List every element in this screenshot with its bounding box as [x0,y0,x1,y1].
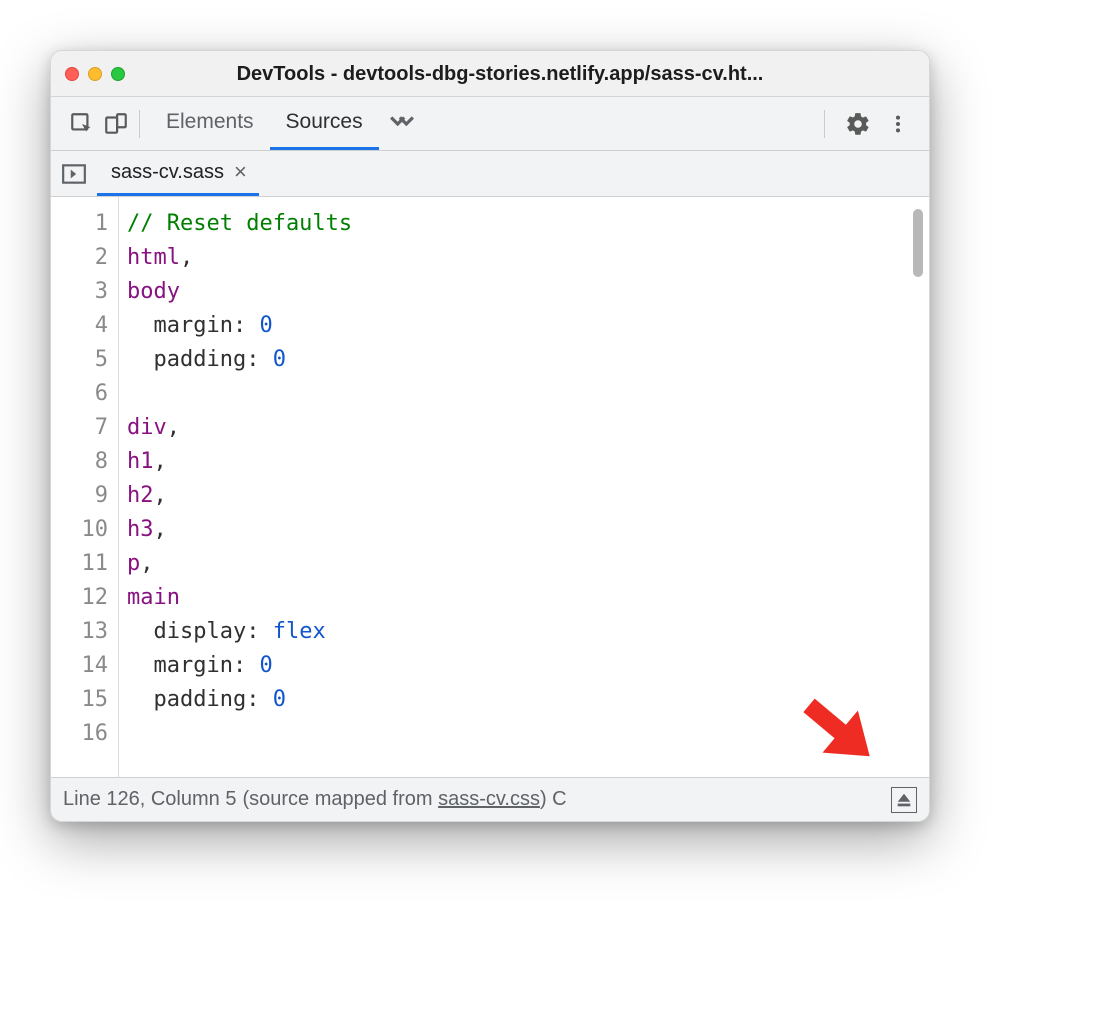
line-number: 1 [51,207,108,241]
code-line[interactable]: padding: 0 [127,683,929,717]
devtools-toolbar: Elements Sources [51,97,929,151]
line-number: 8 [51,445,108,479]
code-line[interactable]: display: flex [127,615,929,649]
line-number: 2 [51,241,108,275]
code-line[interactable]: margin: 0 [127,649,929,683]
file-tab-bar: sass-cv.sass × [51,151,929,197]
code-line[interactable]: h2, [127,479,929,513]
titlebar: DevTools - devtools-dbg-stories.netlify.… [51,51,929,97]
settings-gear-icon[interactable] [841,107,875,141]
scrollbar-thumb[interactable] [913,209,923,277]
code-line[interactable]: h1, [127,445,929,479]
inspect-element-icon[interactable] [65,107,99,141]
toolbar-divider [824,110,825,138]
window-title: DevTools - devtools-dbg-stories.netlify.… [145,64,915,84]
status-bar: Line 126, Column 5 (source mapped from s… [51,777,929,821]
line-number: 6 [51,377,108,411]
code-line[interactable]: h3, [127,513,929,547]
line-number: 9 [51,479,108,513]
line-number: 7 [51,411,108,445]
more-tabs-chevron-icon[interactable] [379,97,425,150]
line-number: 15 [51,683,108,717]
code-line[interactable]: margin: 0 [127,309,929,343]
code-line[interactable]: html, [127,241,929,275]
close-window-button[interactable] [65,67,79,81]
file-tab-active[interactable]: sass-cv.sass × [97,151,259,196]
code-line[interactable]: padding: 0 [127,343,929,377]
line-number: 5 [51,343,108,377]
close-tab-icon[interactable]: × [234,159,247,185]
devtools-window: DevTools - devtools-dbg-stories.netlify.… [50,50,930,822]
show-drawer-icon[interactable] [891,787,917,813]
navigator-toggle-icon[interactable] [51,151,97,196]
line-number: 12 [51,581,108,615]
code-line[interactable]: // Reset defaults [127,207,929,241]
line-number: 13 [51,615,108,649]
code-content[interactable]: // Reset defaultshtml,body margin: 0 pad… [119,197,929,777]
code-line[interactable]: div, [127,411,929,445]
source-map-info: (source mapped from sass-cv.css) C [242,788,566,811]
code-line[interactable] [127,377,929,411]
line-number: 16 [51,717,108,751]
line-number: 14 [51,649,108,683]
kebab-menu-icon[interactable] [881,107,915,141]
line-number: 11 [51,547,108,581]
line-number: 3 [51,275,108,309]
line-gutter: 12345678910111213141516 [51,197,119,777]
minimize-window-button[interactable] [88,67,102,81]
tab-elements[interactable]: Elements [150,97,270,150]
tab-sources[interactable]: Sources [270,97,379,150]
window-controls [65,67,125,81]
code-line[interactable]: body [127,275,929,309]
line-number: 10 [51,513,108,547]
source-map-link[interactable]: sass-cv.css [438,788,540,810]
code-line[interactable]: main [127,581,929,615]
cursor-position: Line 126, Column 5 [63,788,236,811]
code-line[interactable] [127,717,929,751]
device-toolbar-icon[interactable] [99,107,133,141]
line-number: 4 [51,309,108,343]
panel-tabs: Elements Sources [150,97,818,150]
file-tab-label: sass-cv.sass [111,161,224,184]
zoom-window-button[interactable] [111,67,125,81]
toolbar-divider [139,110,140,138]
code-line[interactable]: p, [127,547,929,581]
code-editor[interactable]: 12345678910111213141516 // Reset default… [51,197,929,777]
